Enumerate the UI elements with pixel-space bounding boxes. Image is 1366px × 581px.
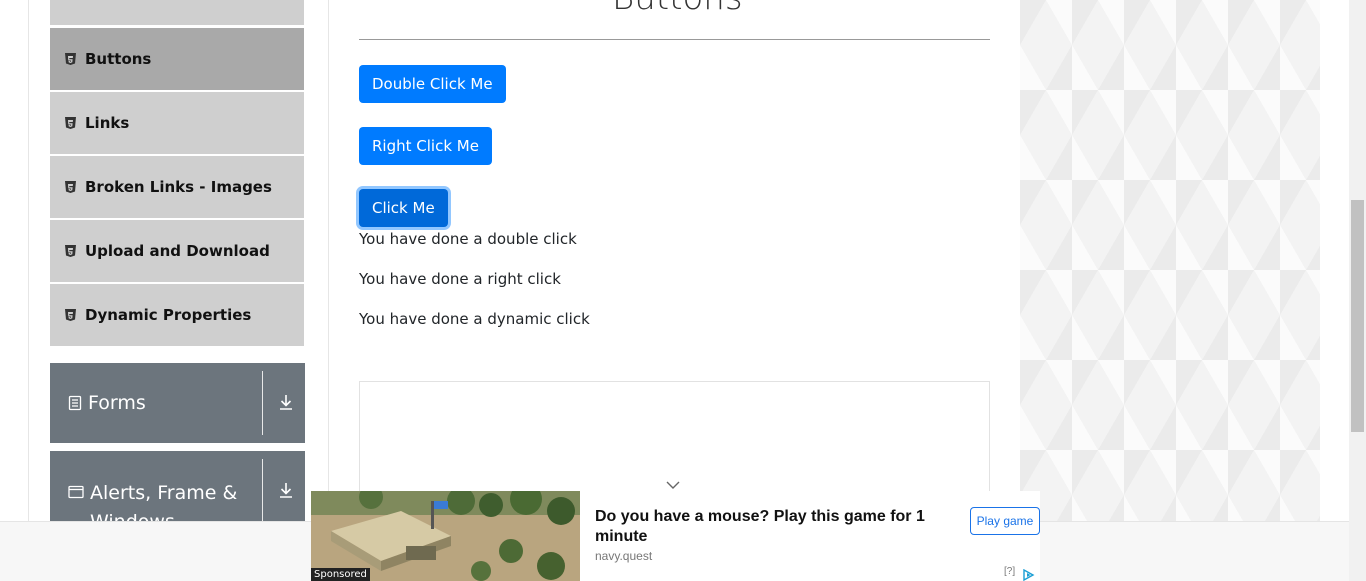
- html5-icon: [64, 53, 77, 66]
- ad-image[interactable]: Sponsored: [311, 491, 580, 581]
- double-click-button[interactable]: Double Click Me: [359, 65, 506, 103]
- sidebar-item-label: Buttons: [85, 50, 152, 68]
- sidebar-item-dynamic-properties[interactable]: Dynamic Properties: [50, 284, 304, 346]
- download-arrow-icon[interactable]: [277, 393, 295, 415]
- html5-icon: [64, 245, 77, 258]
- sidebar-item-buttons[interactable]: Buttons: [50, 28, 304, 90]
- sidebar-item-label: Broken Links - Images: [85, 178, 272, 196]
- document-icon: [68, 395, 82, 411]
- right-click-button[interactable]: Right Click Me: [359, 127, 492, 165]
- html5-icon: [64, 117, 77, 130]
- play-game-button[interactable]: Play game: [970, 507, 1040, 535]
- sidebar-item-links[interactable]: Links: [50, 92, 304, 154]
- page-left-border: [28, 0, 29, 581]
- sponsored-ad[interactable]: Sponsored Do you have a mouse? Play this…: [311, 491, 1040, 581]
- decorative-background: [1020, 0, 1320, 581]
- divider: [359, 39, 990, 40]
- click-me-button[interactable]: Click Me: [359, 189, 448, 227]
- browser-window-icon: [68, 485, 84, 499]
- html5-icon: [64, 309, 77, 322]
- group-divider: [262, 371, 263, 435]
- scrollbar-thumb[interactable]: [1351, 200, 1364, 432]
- group-divider: [262, 459, 263, 523]
- html5-icon: [64, 181, 77, 194]
- sidebar-item-upload-download[interactable]: Upload and Download: [50, 220, 304, 282]
- sidebar-item-web-tables[interactable]: [50, 0, 304, 25]
- download-arrow-icon[interactable]: [277, 481, 295, 503]
- page-title: Buttons: [612, 0, 743, 18]
- sidebar-group-alerts[interactable]: Alerts, Frame & Windows: [50, 451, 305, 533]
- sidebar-item-broken-links[interactable]: Broken Links - Images: [50, 156, 304, 218]
- ad-domain: navy.quest: [595, 549, 653, 563]
- sidebar-group-forms[interactable]: Forms: [50, 363, 305, 443]
- adchoices-icon[interactable]: [1022, 566, 1036, 581]
- double-click-message: You have done a double click: [359, 230, 577, 248]
- right-click-message: You have done a right click: [359, 270, 561, 288]
- sidebar-item-label: Upload and Download: [85, 242, 270, 260]
- ad-info-link[interactable]: [?]: [1004, 566, 1015, 577]
- sidebar-item-label: Dynamic Properties: [85, 306, 252, 324]
- ad-title[interactable]: Do you have a mouse? Play this game for …: [595, 507, 945, 547]
- group-label: Forms: [88, 392, 146, 414]
- sponsored-label: Sponsored: [311, 568, 370, 581]
- dynamic-click-message: You have done a dynamic click: [359, 310, 590, 328]
- sidebar-item-label: Links: [85, 114, 130, 132]
